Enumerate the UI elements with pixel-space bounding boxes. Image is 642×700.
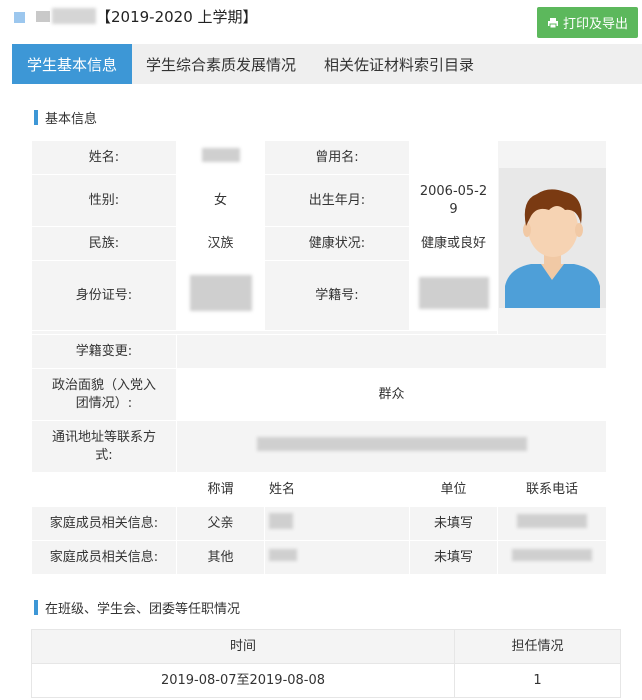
family-header-blank <box>31 472 177 507</box>
section-title: 基本信息 <box>45 112 98 127</box>
former-name-label: 曾用名: <box>264 140 410 175</box>
gender-label: 性别: <box>31 174 177 227</box>
print-export-button[interactable]: 打印及导出 <box>537 7 638 38</box>
tab-bar: 学生基本信息 学生综合素质发展情况 相关佐证材料索引目录 <box>12 44 642 84</box>
family-member-name <box>264 540 410 575</box>
birth-value: 2006-05-29 <box>409 174 498 227</box>
student-avatar-mini <box>36 11 50 22</box>
basic-info-table: 姓名: 曾用名: 性别: 女 出生年月: 2006-05-29 民族: 汉族 健… <box>31 140 607 575</box>
gender-value: 女 <box>176 174 265 227</box>
duty-row-position: 1 <box>454 663 621 698</box>
family-member-relation: 其他 <box>176 540 265 575</box>
political-status-value: 群众 <box>176 368 607 421</box>
family-header-name: 姓名 <box>264 472 410 507</box>
section-marker <box>34 110 38 125</box>
logo-icon <box>14 12 25 23</box>
duty-row-time: 2019-08-07至2019-08-08 <box>31 663 455 698</box>
duty-table: 时间 担任情况 2019-08-07至2019-08-08 1 <box>31 629 621 698</box>
family-member-label: 家庭成员相关信息: <box>31 506 177 541</box>
student-photo <box>498 167 606 308</box>
family-member-unit: 未填写 <box>409 540 498 575</box>
student-number-label: 学籍号: <box>264 260 410 331</box>
former-name-value <box>409 140 498 175</box>
family-member-relation: 父亲 <box>176 506 265 541</box>
id-number-label: 身份证号: <box>31 260 177 331</box>
name-label: 姓名: <box>31 140 177 175</box>
family-member-label: 家庭成员相关信息: <box>31 540 177 575</box>
ethnicity-value: 汉族 <box>176 226 265 261</box>
address-value <box>176 420 607 473</box>
status-change-value <box>176 334 607 369</box>
family-header-relation: 称谓 <box>176 472 265 507</box>
section-duty: 在班级、学生会、团委等任职情况 <box>34 598 240 617</box>
family-member-phone <box>497 506 607 541</box>
birth-label: 出生年月: <box>264 174 410 227</box>
family-member-name <box>264 506 410 541</box>
avatar-icon <box>504 188 600 308</box>
print-export-label: 打印及导出 <box>562 17 628 32</box>
family-member-unit: 未填写 <box>409 506 498 541</box>
photo-cell <box>497 140 607 335</box>
term-title: 【2019-2020 上学期】 <box>96 8 258 26</box>
duty-header-position: 担任情况 <box>454 629 621 664</box>
health-label: 健康状况: <box>264 226 410 261</box>
tab-basic-info[interactable]: 学生基本信息 <box>12 44 132 84</box>
name-value <box>176 140 265 175</box>
political-status-label: 政治面貌（入党入团情况）: <box>31 368 177 421</box>
print-icon <box>547 17 558 28</box>
student-name-redacted <box>52 8 96 24</box>
family-header-unit: 单位 <box>409 472 498 507</box>
family-header-phone: 联系电话 <box>497 472 607 507</box>
top-bar: 【2019-2020 上学期】 打印及导出 <box>0 0 642 40</box>
student-number-value <box>409 260 498 331</box>
tab-quality-development[interactable]: 学生综合素质发展情况 <box>132 44 310 84</box>
status-change-label: 学籍变更: <box>31 334 177 369</box>
id-number-value <box>176 260 265 331</box>
family-member-phone <box>497 540 607 575</box>
address-label: 通讯地址等联系方式: <box>31 420 177 473</box>
section-marker <box>34 600 38 615</box>
duty-header-time: 时间 <box>31 629 455 664</box>
section-basic-info: 基本信息 <box>34 108 97 127</box>
tab-evidence-index[interactable]: 相关佐证材料索引目录 <box>310 44 488 84</box>
health-value: 健康或良好 <box>409 226 498 261</box>
ethnicity-label: 民族: <box>31 226 177 261</box>
section-title: 在班级、学生会、团委等任职情况 <box>45 602 241 617</box>
